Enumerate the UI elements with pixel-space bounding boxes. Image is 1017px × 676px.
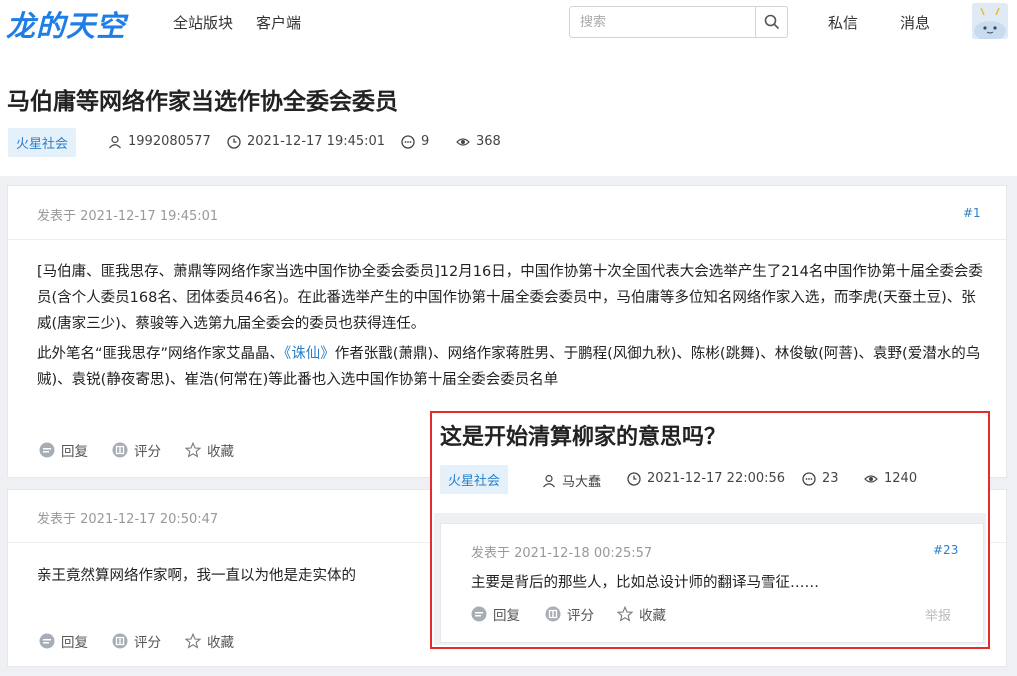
star-icon (185, 633, 201, 649)
site-logo[interactable]: 龙的天空 (6, 3, 126, 45)
rate-icon (112, 633, 128, 649)
reply-label: 回复 (61, 444, 88, 460)
avatar[interactable] (972, 3, 1008, 39)
favorite-label: 收藏 (207, 444, 234, 460)
post-paragraph: [马伯庸、匪我思存、萧鼎等网络作家当选中国作协全委会委员]12月16日，中国作协… (37, 264, 983, 332)
overlay-replies: 23 (802, 471, 839, 486)
comment-icon (401, 134, 415, 149)
post-divider (8, 239, 1006, 240)
highlighted-thread-overlay: 这是开始清算柳家的意思吗？ 火星社会 马大蠢 2021-12-17 22:00:… (430, 411, 990, 649)
reply-count: 9 (421, 134, 430, 149)
rate-label: 评分 (134, 444, 161, 460)
overlay-post-card: 发表于 2021-12-18 00:25:57 #23 主要是背后的那些人，比如… (440, 523, 984, 643)
clock-icon (227, 134, 241, 149)
comment-icon (802, 471, 816, 486)
post-paragraph: 此外笔名“匪我思存”网络作家艾晶晶、《诛仙》作者张戬(萧鼎)、网络作家蒋胜男、于… (37, 341, 987, 393)
author-name: 1992080577 (128, 134, 211, 149)
search-box (569, 6, 788, 38)
post-time: 发表于 2021-12-17 19:45:01 (37, 209, 219, 224)
overlay-favorite-button[interactable]: 收藏 (617, 604, 666, 624)
overlay-author-name: 马大蠢 (562, 475, 602, 490)
rate-button[interactable]: 评分 (112, 631, 161, 651)
post-time: 发表于 2021-12-17 20:50:47 (37, 512, 219, 527)
notifications-link[interactable]: 消息 (900, 12, 930, 33)
view-count: 368 (476, 134, 501, 149)
search-button[interactable] (755, 7, 787, 37)
overlay-view-count: 1240 (884, 471, 918, 486)
eye-icon (456, 137, 470, 146)
search-input[interactable] (570, 7, 756, 37)
post-text: 此外笔名“匪我思存”网络作家艾晶晶、 (37, 346, 285, 362)
overlay-post-time: 发表于 2021-12-18 00:25:57 (471, 546, 653, 561)
avatar-icon (972, 3, 1008, 39)
reply-label: 回复 (493, 608, 520, 624)
reply-button[interactable]: 回复 (39, 631, 88, 651)
eye-icon (864, 474, 878, 483)
rate-icon (545, 606, 561, 622)
report-button[interactable]: 举报 (925, 605, 951, 624)
search-icon (764, 14, 779, 30)
thread-time: 2021-12-17 19:45:01 (227, 134, 385, 149)
star-icon (617, 606, 633, 622)
overlay-board-tag[interactable]: 火星社会 (440, 465, 509, 494)
overlay-post-floor[interactable]: #23 (933, 543, 958, 557)
user-icon (109, 135, 121, 148)
overlay-reply-count: 23 (822, 471, 839, 486)
overlay-rate-button[interactable]: 评分 (545, 604, 594, 624)
post-floor[interactable]: #1 (963, 206, 981, 220)
overlay-reply-button[interactable]: 回复 (471, 604, 520, 624)
thread-replies: 9 (401, 134, 429, 149)
rate-label: 评分 (567, 608, 594, 624)
rate-button[interactable]: 评分 (112, 440, 161, 460)
star-icon (185, 442, 201, 458)
reply-label: 回复 (61, 635, 88, 651)
board-tag[interactable]: 火星社会 (8, 128, 77, 157)
clock-icon (627, 471, 641, 486)
reply-icon (39, 442, 55, 458)
favorite-label: 收藏 (207, 635, 234, 651)
user-icon (543, 474, 555, 487)
overlay-author[interactable]: 马大蠢 (542, 471, 601, 490)
favorite-button[interactable]: 收藏 (185, 631, 234, 651)
thread-views: 368 (456, 134, 501, 149)
overlay-time: 2021-12-17 22:00:56 (627, 471, 785, 486)
overlay-views: 1240 (864, 471, 917, 486)
favorite-button[interactable]: 收藏 (185, 440, 234, 460)
rate-label: 评分 (134, 635, 161, 651)
messages-link[interactable]: 私信 (828, 12, 858, 33)
overlay-time-text: 2021-12-17 22:00:56 (647, 471, 786, 486)
reply-button[interactable]: 回复 (39, 440, 88, 460)
reply-icon (39, 633, 55, 649)
nav-all-boards[interactable]: 全站版块 (173, 12, 233, 33)
top-bar: 龙的天空 全站版块 客户端 私信 消息 (0, 0, 1017, 48)
rate-icon (112, 442, 128, 458)
post-body: [马伯庸、匪我思存、萧鼎等网络作家当选中国作协全委会委员]12月16日，中国作协… (37, 259, 987, 397)
overlay-title[interactable]: 这是开始清算柳家的意思吗？ (440, 419, 726, 451)
reply-icon (471, 606, 487, 622)
nav-client[interactable]: 客户端 (256, 12, 301, 33)
thread-author[interactable]: 1992080577 (108, 134, 211, 149)
page-title: 马伯庸等网络作家当选作协全委会委员 (7, 89, 398, 115)
thread-time-text: 2021-12-17 19:45:01 (247, 134, 386, 149)
favorite-label: 收藏 (639, 608, 666, 624)
overlay-post-body: 主要是背后的那些人，比如总设计师的翻译马雪征…… (471, 575, 819, 591)
novel-link[interactable]: 《诛仙》 (284, 346, 335, 362)
thread-header: 马伯庸等网络作家当选作协全委会委员 火星社会 1992080577 2021-1… (0, 48, 1017, 176)
